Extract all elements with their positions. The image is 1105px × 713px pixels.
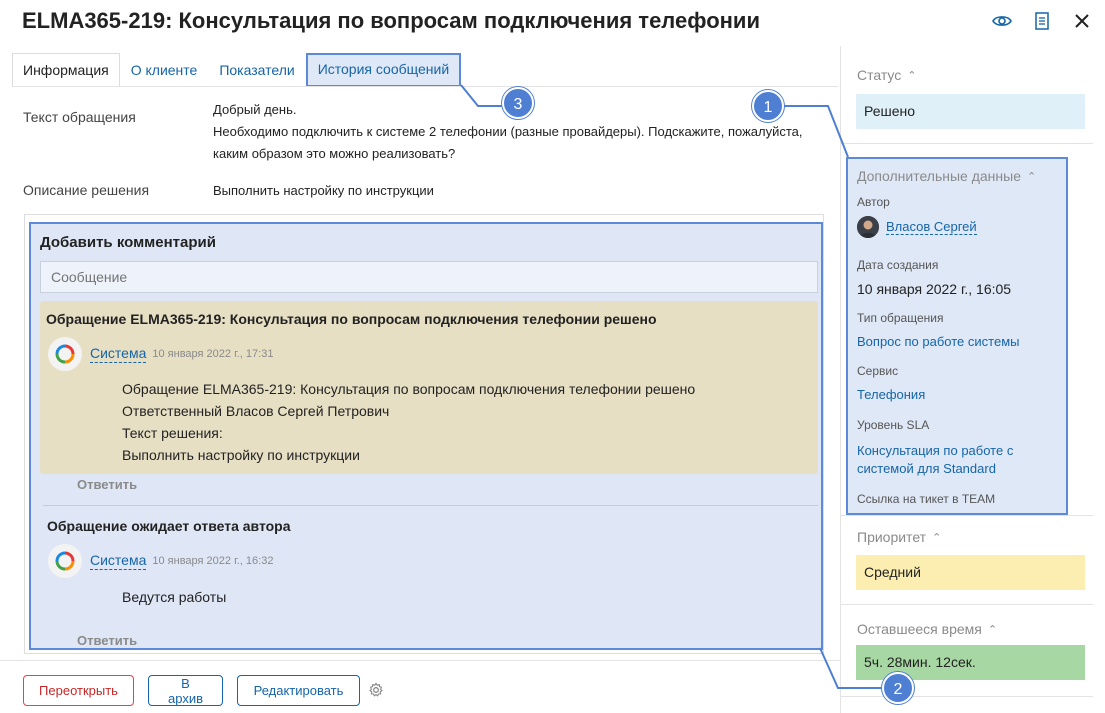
extra-section-toggle[interactable]: Дополнительные данные ⌃	[857, 168, 1036, 184]
system-logo-icon	[48, 337, 82, 371]
created-value: 10 января 2022 г., 16:05	[857, 281, 1012, 297]
callout-badge-3: 3	[502, 87, 534, 119]
edit-button[interactable]: Редактировать	[237, 675, 360, 706]
comment-body-line: Ответственный Власов Сергей Петрович	[122, 403, 390, 419]
request-line: Необходимо подключить к системе 2 телефо…	[213, 124, 803, 139]
comment-card: Обращение ожидает ответа автора Система …	[40, 518, 818, 628]
priority-section-toggle[interactable]: Приоритет ⌃	[857, 529, 941, 545]
comment-body-line: Выполнить настройку по инструкции	[122, 447, 360, 463]
tab-client[interactable]: О клиенте	[120, 53, 209, 87]
comment-author-link[interactable]: Система	[90, 552, 147, 570]
author-link[interactable]: Власов Сергей	[886, 219, 977, 235]
type-link[interactable]: Вопрос по работе системы	[857, 333, 1019, 351]
add-comment-title: Добавить комментарий	[40, 234, 216, 251]
tab-metrics[interactable]: Показатели	[208, 53, 305, 87]
sla-label: Уровень SLA	[857, 418, 930, 432]
service-label: Сервис	[857, 364, 899, 378]
avatar	[857, 216, 879, 238]
sidebar-divider-line	[841, 515, 1093, 516]
solution-value: Выполнить настройку по инструкции	[213, 183, 434, 198]
tab-message-history[interactable]: История сообщений	[305, 53, 462, 87]
callout-badge-2: 2	[882, 672, 914, 704]
comment-title: Обращение ELMA365-219: Консультация по в…	[46, 311, 657, 327]
status-section-toggle[interactable]: Статус ⌃	[857, 67, 916, 83]
reply-button[interactable]: Ответить	[77, 633, 137, 648]
comment-author-row: Система 10 января 2022 г., 16:32	[48, 544, 273, 578]
created-label: Дата создания	[857, 258, 939, 272]
request-text-label: Текст обращения	[23, 109, 136, 125]
remaining-section-toggle[interactable]: Оставшееся время ⌃	[857, 621, 997, 637]
reopen-button[interactable]: Переоткрыть	[23, 675, 134, 706]
sidebar-divider-line	[841, 604, 1093, 605]
tabs-divider	[12, 86, 838, 87]
service-link[interactable]: Телефония	[857, 386, 925, 404]
tab-bar: Информация О клиенте Показатели История …	[12, 53, 462, 87]
header-actions	[991, 10, 1093, 32]
priority-title: Приоритет	[857, 529, 927, 545]
chevron-up-icon: ⌃	[932, 531, 942, 544]
document-icon[interactable]	[1031, 10, 1053, 32]
remaining-title: Оставшееся время	[857, 621, 982, 637]
settings-gear-icon[interactable]	[368, 682, 384, 703]
footer-divider	[0, 660, 840, 661]
page-title: ELMA365-219: Консультация по вопросам по…	[22, 8, 760, 33]
comment-time: 10 января 2022 г., 17:31	[152, 348, 274, 360]
chevron-up-icon: ⌃	[1026, 170, 1037, 183]
comment-author-row: Система 10 января 2022 г., 17:31	[48, 337, 273, 371]
priority-value: Средний	[856, 555, 1085, 590]
team-link-label: Ссылка на тикет в TEAM	[857, 492, 996, 506]
comment-body-line: Ведутся работы	[122, 589, 227, 605]
tab-info[interactable]: Информация	[12, 53, 120, 87]
comment-author-link[interactable]: Система	[90, 345, 147, 363]
comment-title: Обращение ожидает ответа автора	[47, 518, 291, 534]
sidebar-divider-line	[841, 696, 1093, 697]
status-title: Статус	[857, 67, 902, 83]
comments-highlight: Добавить комментарий Обращение ELMA365-2…	[29, 222, 823, 650]
author-label: Автор	[857, 195, 890, 209]
comment-time: 10 января 2022 г., 16:32	[152, 555, 274, 567]
request-line: каким образом это можно реализовать?	[213, 146, 456, 161]
status-value: Решено	[856, 94, 1085, 129]
message-input[interactable]	[40, 261, 818, 293]
sla-link[interactable]: Консультация по работе с системой для St…	[857, 442, 1013, 478]
sidebar-divider	[840, 46, 841, 713]
archive-button[interactable]: В архив	[148, 675, 223, 706]
type-label: Тип обращения	[857, 311, 944, 325]
comments-panel: Добавить комментарий Обращение ELMA365-2…	[24, 214, 824, 654]
sla-link-line: Консультация по работе с	[857, 443, 1014, 458]
system-logo-icon	[48, 544, 82, 578]
chevron-up-icon: ⌃	[987, 623, 998, 636]
sidebar-divider-line	[841, 143, 1093, 144]
solution-label: Описание решения	[23, 182, 150, 198]
reply-button[interactable]: Ответить	[77, 477, 137, 492]
comment-body-line: Текст решения:	[122, 425, 223, 441]
comment-card: Обращение ELMA365-219: Консультация по в…	[40, 301, 818, 474]
sla-link-line: системой для Standard	[857, 461, 996, 476]
chevron-up-icon: ⌃	[907, 69, 917, 82]
eye-icon[interactable]	[991, 10, 1013, 32]
callout-badge-1: 1	[752, 90, 784, 122]
close-icon[interactable]	[1071, 10, 1093, 32]
comment-body-line: Обращение ELMA365-219: Консультация по в…	[122, 381, 696, 397]
author-row: Власов Сергей	[857, 216, 977, 238]
comment-separator	[43, 505, 818, 506]
extra-title: Дополнительные данные	[857, 168, 1021, 184]
